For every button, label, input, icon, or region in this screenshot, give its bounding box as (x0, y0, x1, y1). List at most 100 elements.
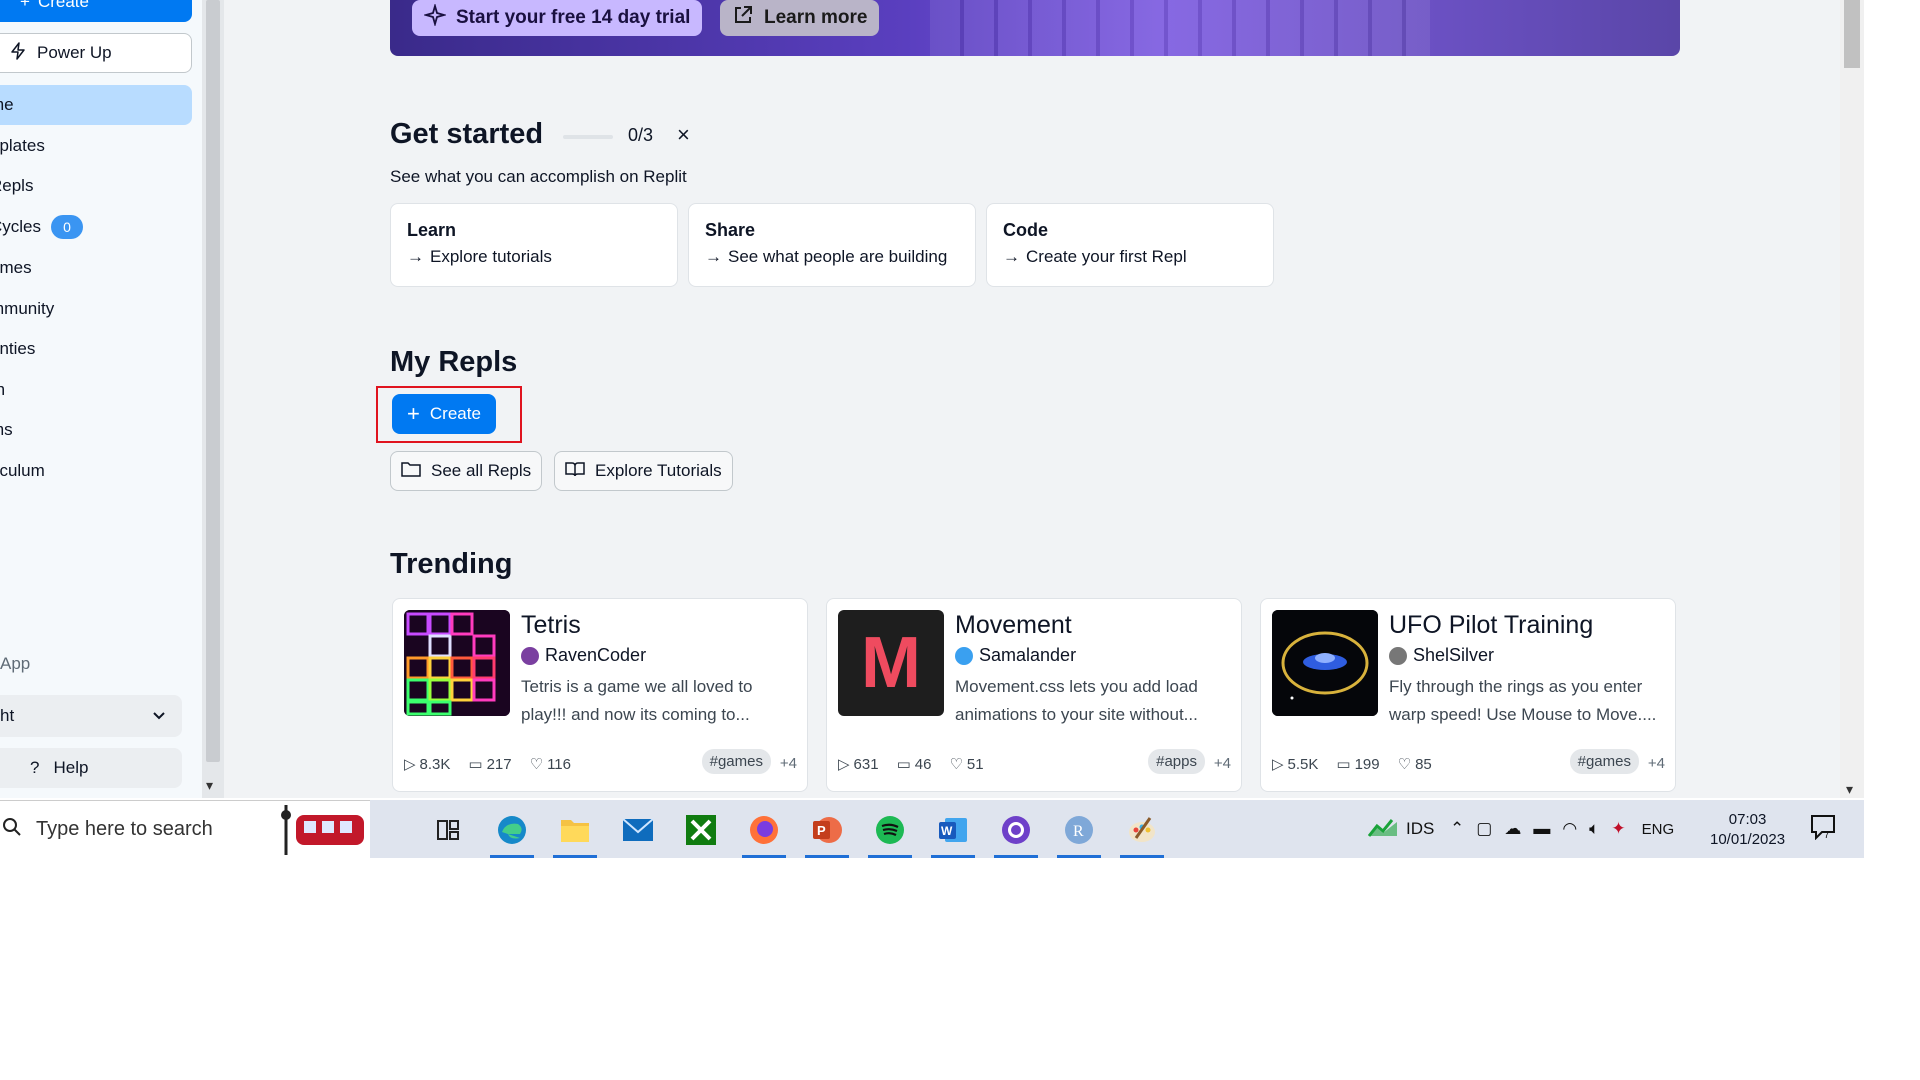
card-title: Share (705, 220, 756, 240)
repl-tag[interactable]: #games (701, 749, 771, 774)
close-icon[interactable]: × (677, 122, 690, 148)
ids-indicator[interactable]: IDS (1367, 800, 1435, 858)
start-trial-button[interactable]: Start your free 14 day trial (412, 0, 703, 36)
help-button[interactable]: ? Help (0, 748, 182, 788)
play-icon: ▷ (838, 756, 850, 773)
learn-more-button[interactable]: Learn more (720, 0, 880, 36)
repl-author[interactable]: ShelSilver (1389, 645, 1494, 666)
sidebar-item-home[interactable]: me (0, 85, 192, 125)
sidebar-item-bounties[interactable]: unties (0, 329, 192, 369)
more-tags[interactable]: +4 (1648, 755, 1665, 772)
more-tags[interactable]: +4 (780, 755, 797, 772)
main-scrollbar[interactable]: ▾ (1840, 0, 1864, 798)
repl-stats: ▷ 8.3K ▭ 217 ♡ 116 (404, 755, 571, 774)
firefox-icon[interactable] (742, 808, 786, 858)
meet-icon[interactable]: ▢ (1476, 819, 1492, 839)
get-app-link[interactable]: App (0, 654, 30, 674)
battery-icon[interactable]: ▬ (1533, 819, 1550, 839)
sidebar-item-label: nplates (0, 136, 45, 155)
scroll-down-arrow-icon[interactable]: ▾ (206, 777, 213, 794)
chart-trend-icon (1367, 816, 1398, 843)
spotify-icon[interactable] (868, 808, 912, 858)
ids-label: IDS (1406, 819, 1435, 838)
notification-count: 7 (1824, 830, 1830, 840)
mail-icon[interactable] (616, 808, 660, 852)
start-trial-label: Start your free 14 day trial (456, 7, 691, 28)
comments-count: 46 (914, 755, 932, 773)
sidebar-item-label: emes (0, 258, 32, 277)
main-scrollbar-thumb[interactable] (1844, 0, 1860, 68)
github-desktop-icon[interactable] (994, 808, 1038, 858)
get-started-card-learn[interactable]: Learn → Explore tutorials (390, 203, 678, 287)
question-icon: ? (30, 758, 40, 777)
sidebar-scrollbar[interactable]: ▾ (202, 0, 224, 798)
theme-value: ht (0, 706, 15, 725)
dropbox-icon[interactable]: ✦ (1611, 819, 1625, 839)
runs-stat: ▷ 631 (838, 755, 879, 774)
onedrive-icon[interactable]: ☁ (1504, 819, 1521, 839)
comment-icon: ▭ (1336, 756, 1351, 773)
repl-tag[interactable]: #games (1569, 749, 1639, 774)
play-icon: ▷ (1272, 756, 1284, 773)
sidebar-item-cycles[interactable]: Cycles 0 (0, 207, 192, 247)
card-title: Code (1003, 220, 1048, 240)
theme-select[interactable]: ht (0, 695, 182, 737)
power-up-label: Power Up (37, 43, 112, 62)
likes-stat[interactable]: ♡ 85 (1398, 755, 1432, 774)
repl-description: Tetris is a game we all loved to play!!!… (521, 677, 753, 724)
comments-stat: ▭ 46 (897, 755, 932, 774)
repl-author[interactable]: RavenCoder (521, 645, 646, 666)
file-explorer-icon[interactable] (553, 808, 597, 858)
sidebar-item-templates[interactable]: nplates (0, 126, 192, 166)
sidebar-item-label: Repls (0, 176, 34, 195)
notifications-icon[interactable]: 7 (1810, 814, 1838, 846)
power-up-button[interactable]: Power Up (0, 33, 192, 73)
explore-tutorials-button[interactable]: Explore Tutorials (554, 451, 733, 491)
more-tags[interactable]: +4 (1214, 755, 1231, 772)
sidebar-item-themes[interactable]: emes (0, 248, 192, 288)
chevron-up-icon[interactable]: ⌃ (1450, 819, 1464, 839)
word-icon[interactable]: W (931, 808, 975, 858)
sidebar-scrollbar-thumb[interactable] (206, 0, 220, 762)
sidebar-item-label: ms (0, 420, 13, 439)
sidebar-create-button[interactable]: + Create (0, 0, 192, 22)
get-started-card-share[interactable]: Share → See what people are building (688, 203, 976, 287)
paint-icon[interactable] (1120, 808, 1164, 858)
volume-icon[interactable]: 🔈︎ (1589, 819, 1599, 839)
trending-card-tetris[interactable]: Tetris RavenCoder Tetris is a game we al… (392, 598, 808, 792)
repl-title[interactable]: Movement (955, 611, 1072, 640)
edge-icon[interactable] (490, 808, 534, 858)
trending-card-ufo[interactable]: UFO Pilot Training ShelSilver Fly throug… (1260, 598, 1676, 792)
repl-tag[interactable]: #apps (1148, 749, 1205, 774)
task-view-icon[interactable] (426, 808, 470, 852)
xbox-icon[interactable] (679, 808, 723, 852)
likes-stat[interactable]: ♡ 51 (949, 755, 983, 774)
sidebar-item-partial[interactable]: s (0, 551, 192, 591)
get-started-card-code[interactable]: Code → Create your first Repl (986, 203, 1274, 287)
powerpoint-icon[interactable]: P (805, 808, 849, 858)
repl-title[interactable]: UFO Pilot Training (1389, 611, 1593, 640)
language-indicator[interactable]: ENG (1642, 821, 1675, 838)
clock[interactable]: 07:03 10/01/2023 (1710, 810, 1785, 850)
taskbar-search[interactable]: Type here to search (0, 800, 370, 858)
likes-stat[interactable]: ♡ 116 (530, 755, 571, 774)
movement-thumbnail: M (838, 610, 944, 716)
sidebar-item-repls[interactable]: Repls (0, 166, 192, 206)
see-all-repls-button[interactable]: See all Repls (390, 451, 543, 491)
arrow-right-icon: → (407, 247, 424, 266)
scroll-down-arrow-icon[interactable]: ▾ (1846, 781, 1853, 798)
play-icon: ▷ (404, 756, 416, 773)
sidebar-item-community[interactable]: mmunity (0, 289, 192, 329)
wifi-icon[interactable]: ◠ (1562, 819, 1577, 839)
repl-title[interactable]: Tetris (521, 611, 581, 640)
runs-count: 5.5K (1287, 755, 1319, 773)
likes-count: 116 (547, 755, 571, 773)
sidebar-item-curriculum[interactable]: riculum (0, 451, 192, 491)
r-app-icon[interactable]: R (1057, 808, 1101, 858)
external-link-icon (732, 4, 754, 32)
sidebar-item-learn[interactable]: rn (0, 370, 192, 410)
repl-author[interactable]: Samalander (955, 645, 1076, 666)
sidebar-item-teams[interactable]: ms (0, 410, 192, 450)
trending-card-movement[interactable]: M Movement Samalander Movement.css lets … (826, 598, 1242, 792)
author-name: Samalander (979, 645, 1077, 665)
